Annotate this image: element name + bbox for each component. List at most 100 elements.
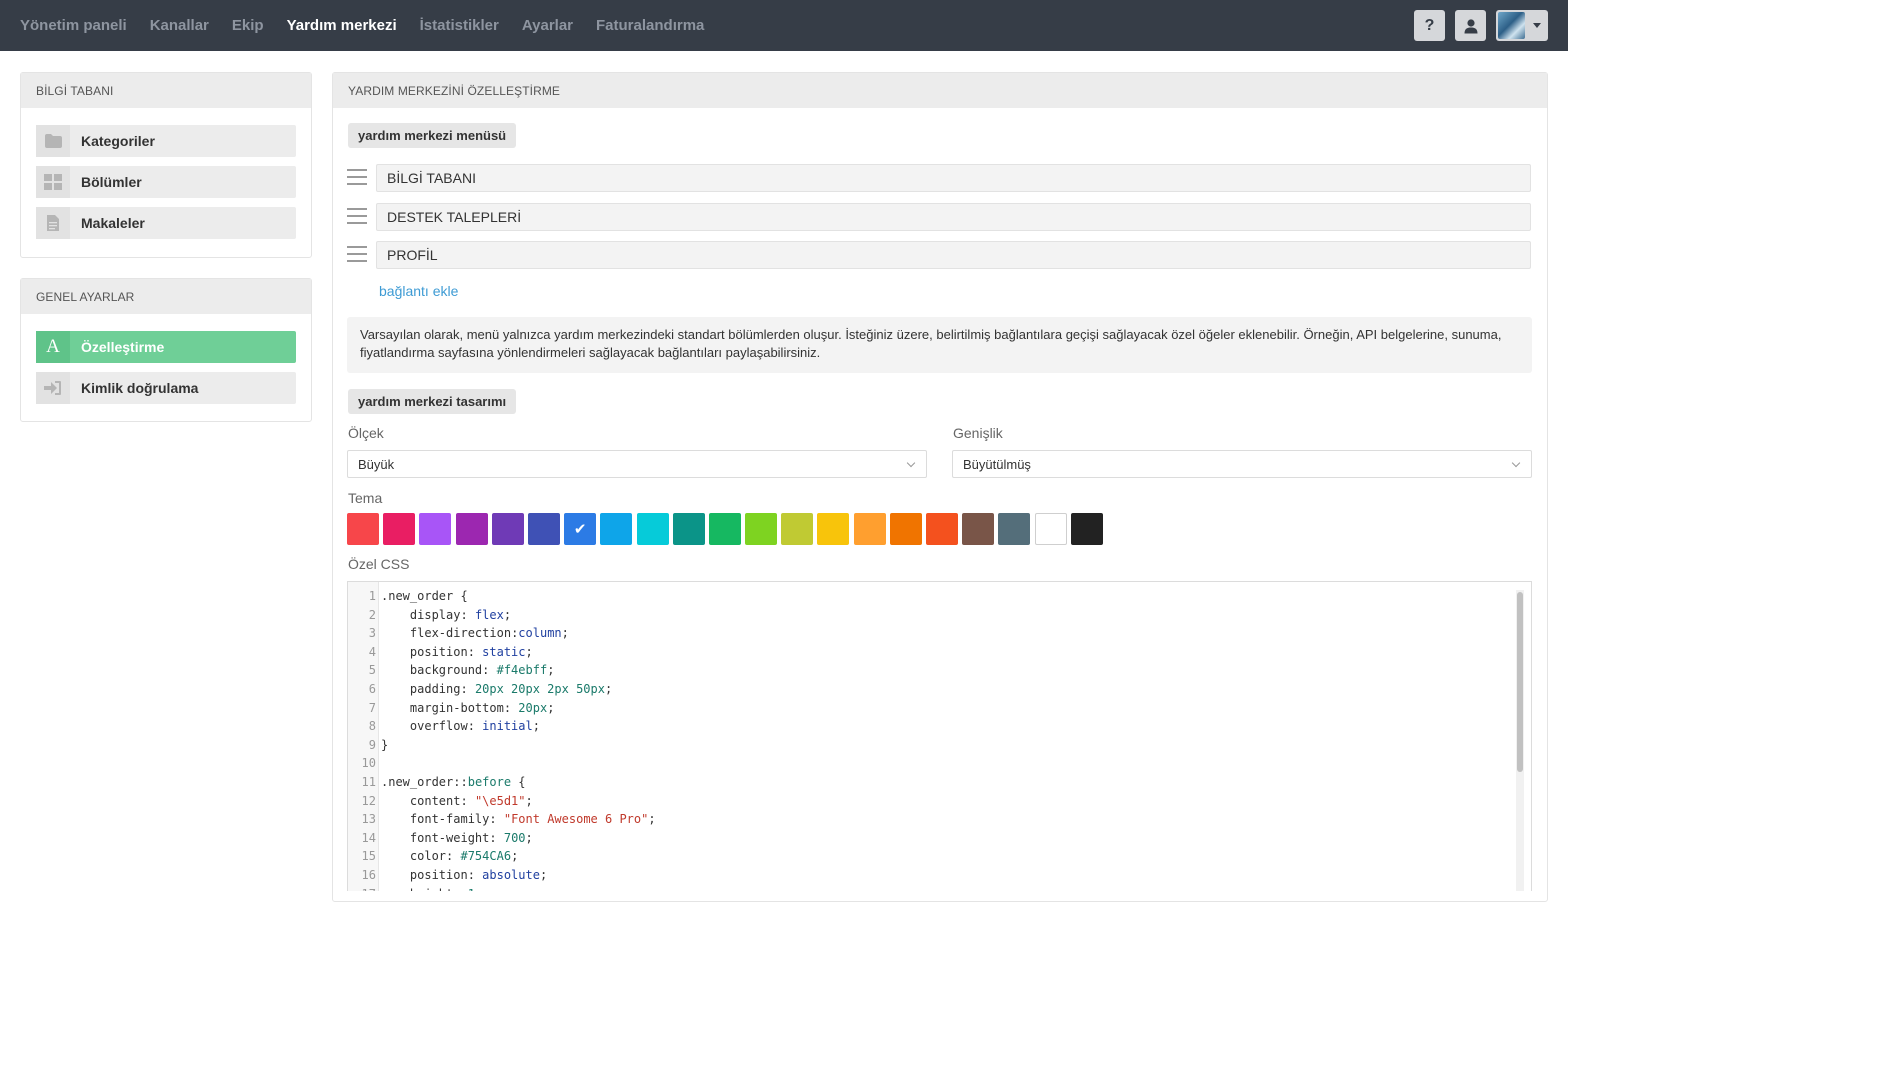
add-link-button[interactable]: bağlantı ekle <box>379 283 458 299</box>
line-number: 11 <box>361 775 376 789</box>
theme-color-swatch[interactable] <box>998 513 1031 545</box>
theme-color-swatch[interactable] <box>419 513 452 545</box>
drag-handle-icon[interactable] <box>347 169 367 187</box>
code-text: font-family: "Font Awesome 6 Pro"; <box>409 812 656 827</box>
drag-handle-icon[interactable] <box>347 246 367 264</box>
width-value: Büyütülmüş <box>963 456 1031 472</box>
code-text: font-weight: 700; <box>409 830 533 845</box>
line-number: 6 <box>368 682 376 696</box>
nav-billing[interactable]: Faturalandırma <box>596 17 704 34</box>
design-section-heading: yardım merkezi tasarımı <box>348 389 517 414</box>
theme-color-swatch[interactable] <box>527 513 560 545</box>
code-text: color: #754CA6; <box>409 849 519 864</box>
sidebar-item-categories[interactable]: Kategoriler <box>36 125 296 157</box>
menu-item-input[interactable]: BİLGİ TABANI <box>376 164 1531 192</box>
code-text: position: static; <box>409 644 533 659</box>
theme-color-swatch[interactable] <box>672 513 705 545</box>
chevron-down-icon <box>1511 458 1521 468</box>
line-number: 7 <box>368 700 376 715</box>
theme-color-swatch[interactable]: ✔ <box>564 513 597 545</box>
line-number: 10 <box>361 756 376 771</box>
line-number: 16 <box>361 868 376 882</box>
menu-info-note: Varsayılan olarak, menü yalnızca yardım … <box>347 317 1532 373</box>
top-navigation-bar: Yönetim paneli Kanallar Ekip Yardım merk… <box>0 0 1568 51</box>
code-text: background: #f4ebff; <box>409 663 555 678</box>
theme-color-swatch[interactable] <box>383 513 416 545</box>
nav-settings[interactable]: Ayarlar <box>522 17 573 34</box>
letter-a-icon: A <box>36 331 70 363</box>
custom-css-editor[interactable]: 1 .new_order {2 display: flex; 3 flex-dire… <box>347 581 1532 891</box>
nav-team[interactable]: Ekip <box>232 17 264 34</box>
theme-color-swatch[interactable] <box>1070 513 1103 545</box>
line-number: 13 <box>361 812 376 827</box>
theme-color-swatch[interactable] <box>708 513 741 545</box>
knowledge-base-panel: BİLGİ TABANI Kategoriler Bölümler Makale… <box>20 72 312 258</box>
drag-handle-icon[interactable] <box>347 208 367 226</box>
profile-button[interactable] <box>1455 10 1486 41</box>
code-text: display: flex; <box>409 607 512 622</box>
theme-color-swatch[interactable] <box>600 513 633 545</box>
sidebar-item-articles[interactable]: Makaleler <box>36 207 296 239</box>
code-text: content: "\e5d1"; <box>409 793 533 808</box>
code-text: height: 1; <box>381 885 482 891</box>
customization-title: YARDIM MERKEZİNİ ÖZELLEŞTİRME <box>333 73 1547 108</box>
line-number: 1 <box>368 589 376 603</box>
theme-color-swatch[interactable] <box>745 513 778 545</box>
menu-item-input[interactable]: PROFİL <box>376 241 1531 269</box>
menu-item-row: PROFİL <box>347 241 1532 269</box>
code-text: } <box>381 737 389 752</box>
theme-color-swatch[interactable] <box>455 513 488 545</box>
line-number: 3 <box>368 626 376 641</box>
line-number: 4 <box>368 644 376 659</box>
scale-label: Ölçek <box>348 425 384 441</box>
width-select[interactable]: Büyütülmüş <box>952 450 1532 478</box>
question-icon: ? <box>1424 16 1435 34</box>
menu-item-row: BİLGİ TABANI <box>347 164 1532 192</box>
line-number: 8 <box>368 719 376 734</box>
editor-scrollbar-thumb[interactable] <box>1517 592 1523 772</box>
nav-statistics[interactable]: İstatistikler <box>420 17 499 34</box>
menu-item-input[interactable]: DESTEK TALEPLERİ <box>376 203 1531 231</box>
theme-color-swatch[interactable] <box>817 513 850 545</box>
theme-color-swatch[interactable] <box>781 513 814 545</box>
sign-in-icon <box>36 372 70 404</box>
sidebar-item-customization[interactable]: A Özelleştirme <box>36 331 296 363</box>
theme-color-swatch[interactable] <box>1034 513 1067 545</box>
caret-down-icon <box>1533 23 1541 28</box>
scale-select[interactable]: Büyük <box>347 450 927 478</box>
sidebar-item-label: Bölümler <box>81 174 142 190</box>
theme-color-swatch[interactable] <box>491 513 524 545</box>
sidebar-item-authentication[interactable]: Kimlik doğrulama <box>36 372 296 404</box>
nav-help-center[interactable]: Yardım merkezi <box>287 17 397 34</box>
code-text: flex-direction:column; <box>409 626 569 641</box>
account-menu-button[interactable] <box>1496 10 1548 41</box>
sidebar-item-sections[interactable]: Bölümler <box>36 166 296 198</box>
custom-css-label: Özel CSS <box>348 556 410 572</box>
theme-color-swatch[interactable] <box>853 513 886 545</box>
user-icon <box>1464 18 1477 33</box>
theme-color-swatch[interactable] <box>347 513 379 545</box>
theme-color-swatch[interactable] <box>636 513 669 545</box>
avatar <box>1498 12 1525 39</box>
width-label: Genişlik <box>953 425 1003 441</box>
general-settings-title: GENEL AYARLAR <box>21 279 311 314</box>
code-text: .new_order { <box>381 589 468 603</box>
code-text: overflow: initial; <box>409 719 540 734</box>
menu-item-row: DESTEK TALEPLERİ <box>347 203 1532 231</box>
theme-color-swatch[interactable] <box>962 513 995 545</box>
theme-color-swatch[interactable] <box>926 513 958 545</box>
sidebar-item-label: Özelleştirme <box>81 339 165 355</box>
theme-color-swatch[interactable] <box>889 513 922 545</box>
line-number: 12 <box>361 793 376 808</box>
help-button[interactable]: ? <box>1414 10 1445 41</box>
checkmark-icon: ✔ <box>573 521 587 538</box>
line-number: 5 <box>368 663 376 678</box>
document-icon <box>36 207 70 239</box>
sidebar-item-label: Kategoriler <box>81 133 155 149</box>
chevron-down-icon <box>906 458 916 468</box>
nav-channels[interactable]: Kanallar <box>150 17 209 34</box>
sidebar-item-label: Kimlik doğrulama <box>81 380 199 396</box>
line-number: 15 <box>361 849 376 864</box>
line-number: 14 <box>361 830 376 845</box>
nav-dashboard[interactable]: Yönetim paneli <box>20 17 127 34</box>
